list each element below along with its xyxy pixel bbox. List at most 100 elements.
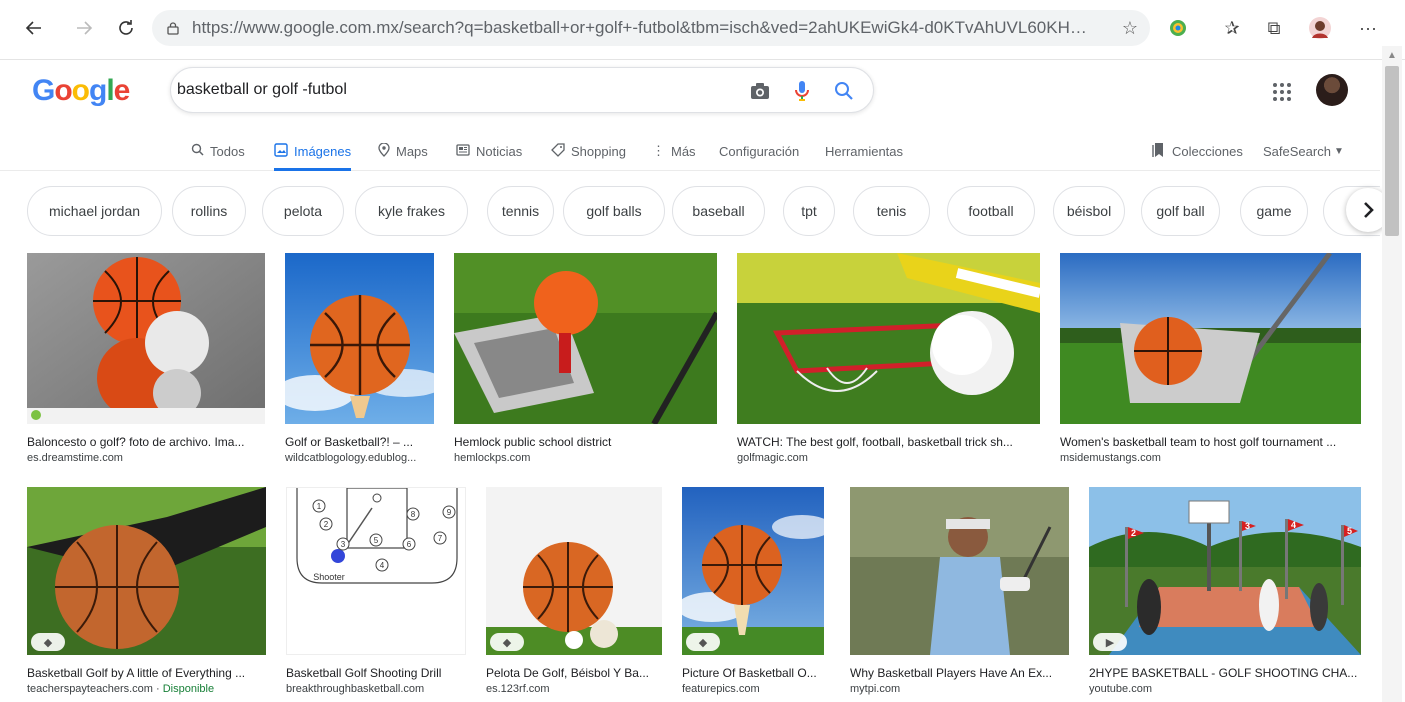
spot-label: 4 bbox=[380, 561, 385, 570]
result-caption[interactable]: Baloncesto o golf? foto de archivo. Ima.… bbox=[27, 434, 265, 450]
result-card[interactable]: Baloncesto o golf? foto de archivo. Ima.… bbox=[27, 253, 265, 466]
favorites-list-icon[interactable]: ✰ bbox=[1220, 16, 1244, 40]
url-text: https://www.google.com.mx/search?q=baske… bbox=[192, 18, 1092, 37]
tab-maps[interactable]: Maps bbox=[378, 131, 428, 171]
result-caption[interactable]: WATCH: The best golf, football, basketba… bbox=[737, 434, 1040, 450]
tab-imagenes[interactable]: Imágenes bbox=[274, 131, 352, 171]
result-caption[interactable]: Picture Of Basketball O... bbox=[682, 665, 824, 681]
chip-item[interactable]: pelota bbox=[262, 186, 344, 236]
tab-noticias[interactable]: Noticias bbox=[456, 131, 522, 171]
result-card[interactable]: Golf or Basketball?! – ... wildcatblogol… bbox=[285, 253, 434, 466]
logo-letter: o bbox=[71, 74, 90, 107]
microphone-icon[interactable] bbox=[791, 80, 813, 102]
result-caption[interactable]: Hemlock public school district bbox=[454, 434, 717, 450]
scroll-up-arrow-icon[interactable]: ▲ bbox=[1387, 50, 1397, 61]
spot-label: 1 bbox=[317, 502, 322, 511]
result-card[interactable]: ◆ Pelota De Golf, Béisbol Y Ba... es.123… bbox=[486, 487, 662, 697]
profile-avatar-icon[interactable] bbox=[1308, 16, 1332, 40]
extension-icon[interactable] bbox=[1166, 16, 1190, 40]
result-caption[interactable]: Basketball Golf Shooting Drill bbox=[286, 665, 466, 681]
forward-button[interactable] bbox=[70, 14, 98, 42]
google-logo[interactable]: Google bbox=[32, 74, 130, 108]
result-thumbnail[interactable] bbox=[737, 253, 1040, 424]
result-thumbnail[interactable] bbox=[27, 253, 265, 424]
chip-item[interactable]: béisbol bbox=[1053, 186, 1125, 236]
logo-letter: l bbox=[106, 74, 114, 107]
page-scrollbar[interactable]: ▲ bbox=[1382, 46, 1402, 702]
result-card[interactable]: 2 3 4 5 ▶ 2HYPE BASKETBALL - GOLF SHOOTI… bbox=[1089, 487, 1361, 697]
result-thumbnail[interactable] bbox=[1060, 253, 1361, 424]
safesearch-dropdown[interactable]: SafeSearch ▼ bbox=[1263, 131, 1344, 171]
more-menu-icon[interactable]: ··· bbox=[1356, 16, 1380, 40]
chip-item[interactable]: michael jordan bbox=[27, 186, 162, 236]
arrow-left-icon bbox=[25, 21, 41, 35]
result-card[interactable]: ◆ Picture Of Basketball O... featurepics… bbox=[682, 487, 824, 697]
availability-badge: Disponible bbox=[162, 683, 215, 695]
scrollbar-thumb[interactable] bbox=[1385, 66, 1399, 236]
result-thumbnail[interactable]: ◆ bbox=[27, 487, 266, 655]
logo-letter: G bbox=[32, 74, 55, 107]
result-thumbnail[interactable] bbox=[285, 253, 434, 424]
arrow-right-icon bbox=[77, 21, 93, 35]
result-caption[interactable]: 2HYPE BASKETBALL - GOLF SHOOTING CHA... bbox=[1089, 665, 1361, 681]
tab-label: Configuración bbox=[719, 143, 800, 159]
result-domain: teacherspayteachers.com · Disponible bbox=[27, 681, 266, 697]
account-avatar[interactable] bbox=[1316, 74, 1348, 106]
chip-item[interactable]: baseball bbox=[672, 186, 765, 236]
result-card[interactable]: WATCH: The best golf, football, basketba… bbox=[737, 253, 1040, 466]
result-caption[interactable]: Why Basketball Players Have An Ex... bbox=[850, 665, 1069, 681]
favorite-star-icon[interactable]: ☆ bbox=[1122, 18, 1138, 39]
search-box[interactable] bbox=[170, 67, 874, 113]
chip-item[interactable]: rollins bbox=[172, 186, 246, 236]
result-domain: es.dreamstime.com bbox=[27, 452, 123, 464]
more-vertical-icon: ⋮ bbox=[652, 143, 665, 158]
result-thumbnail[interactable]: 2 3 4 5 ▶ bbox=[1089, 487, 1361, 655]
tab-label: Shopping bbox=[571, 143, 626, 159]
result-domain: featurepics.com bbox=[682, 683, 760, 695]
collections-label: Colecciones bbox=[1172, 143, 1243, 159]
result-caption[interactable]: Pelota De Golf, Béisbol Y Ba... bbox=[486, 665, 662, 681]
browser-toolbar: https://www.google.com.mx/search?q=baske… bbox=[0, 0, 1405, 60]
tab-shopping[interactable]: Shopping bbox=[551, 131, 626, 171]
result-card[interactable]: Women's basketball team to host golf tou… bbox=[1060, 253, 1361, 466]
back-button[interactable] bbox=[20, 14, 48, 42]
chip-item[interactable]: football bbox=[947, 186, 1035, 236]
result-card[interactable]: Hemlock public school district hemlockps… bbox=[454, 253, 717, 466]
address-bar[interactable]: https://www.google.com.mx/search?q=baske… bbox=[152, 10, 1150, 46]
result-thumbnail[interactable]: 1 2 3 4 5 6 7 8 9 Shooter bbox=[286, 487, 466, 655]
tab-mas[interactable]: ⋮ Más bbox=[652, 131, 696, 171]
result-card[interactable]: Why Basketball Players Have An Ex... myt… bbox=[850, 487, 1069, 697]
result-card[interactable]: 1 2 3 4 5 6 7 8 9 Shooter Basketball Gol… bbox=[286, 487, 466, 697]
chip-item[interactable]: golf balls bbox=[563, 186, 665, 236]
result-thumbnail[interactable]: ◆ bbox=[682, 487, 824, 655]
apps-grid-icon[interactable] bbox=[1270, 80, 1294, 104]
tab-configuracion[interactable]: Configuración bbox=[719, 131, 799, 171]
result-caption[interactable]: Women's basketball team to host golf tou… bbox=[1060, 434, 1361, 450]
result-caption[interactable]: Golf or Basketball?! – ... bbox=[285, 434, 434, 450]
tab-herramientas[interactable]: Herramientas bbox=[825, 131, 903, 171]
result-thumbnail[interactable] bbox=[454, 253, 717, 424]
search-icon[interactable] bbox=[833, 80, 855, 102]
result-card[interactable]: ◆ Basketball Golf by A little of Everyth… bbox=[27, 487, 266, 697]
chip-item[interactable]: tpt bbox=[783, 186, 835, 236]
search-icon bbox=[191, 143, 204, 159]
tag-icon: ◆ bbox=[490, 633, 524, 651]
reload-button[interactable] bbox=[112, 14, 140, 42]
tag-icon: ◆ bbox=[686, 633, 720, 651]
collections-link[interactable]: Colecciones bbox=[1152, 131, 1243, 171]
chip-item[interactable]: game bbox=[1240, 186, 1308, 236]
search-input[interactable] bbox=[177, 74, 737, 106]
camera-icon[interactable] bbox=[749, 80, 771, 102]
collections-icon[interactable]: ⧉ bbox=[1262, 16, 1286, 40]
spot-label: 8 bbox=[411, 510, 416, 519]
chip-item[interactable]: kyle frakes bbox=[355, 186, 468, 236]
related-chips: michael jordan rollins pelota kyle frakes te… bbox=[0, 186, 1380, 238]
result-caption[interactable]: Basketball Golf by A little of Everythin… bbox=[27, 665, 266, 681]
tab-label: Herramientas bbox=[825, 143, 904, 159]
chip-item[interactable]: tennis bbox=[487, 186, 554, 236]
result-thumbnail[interactable]: ◆ bbox=[486, 487, 662, 655]
result-thumbnail[interactable] bbox=[850, 487, 1069, 655]
chip-item[interactable]: tenis bbox=[853, 186, 930, 236]
chip-item[interactable]: golf ball bbox=[1141, 186, 1220, 236]
tab-todos[interactable]: Todos bbox=[191, 131, 245, 171]
